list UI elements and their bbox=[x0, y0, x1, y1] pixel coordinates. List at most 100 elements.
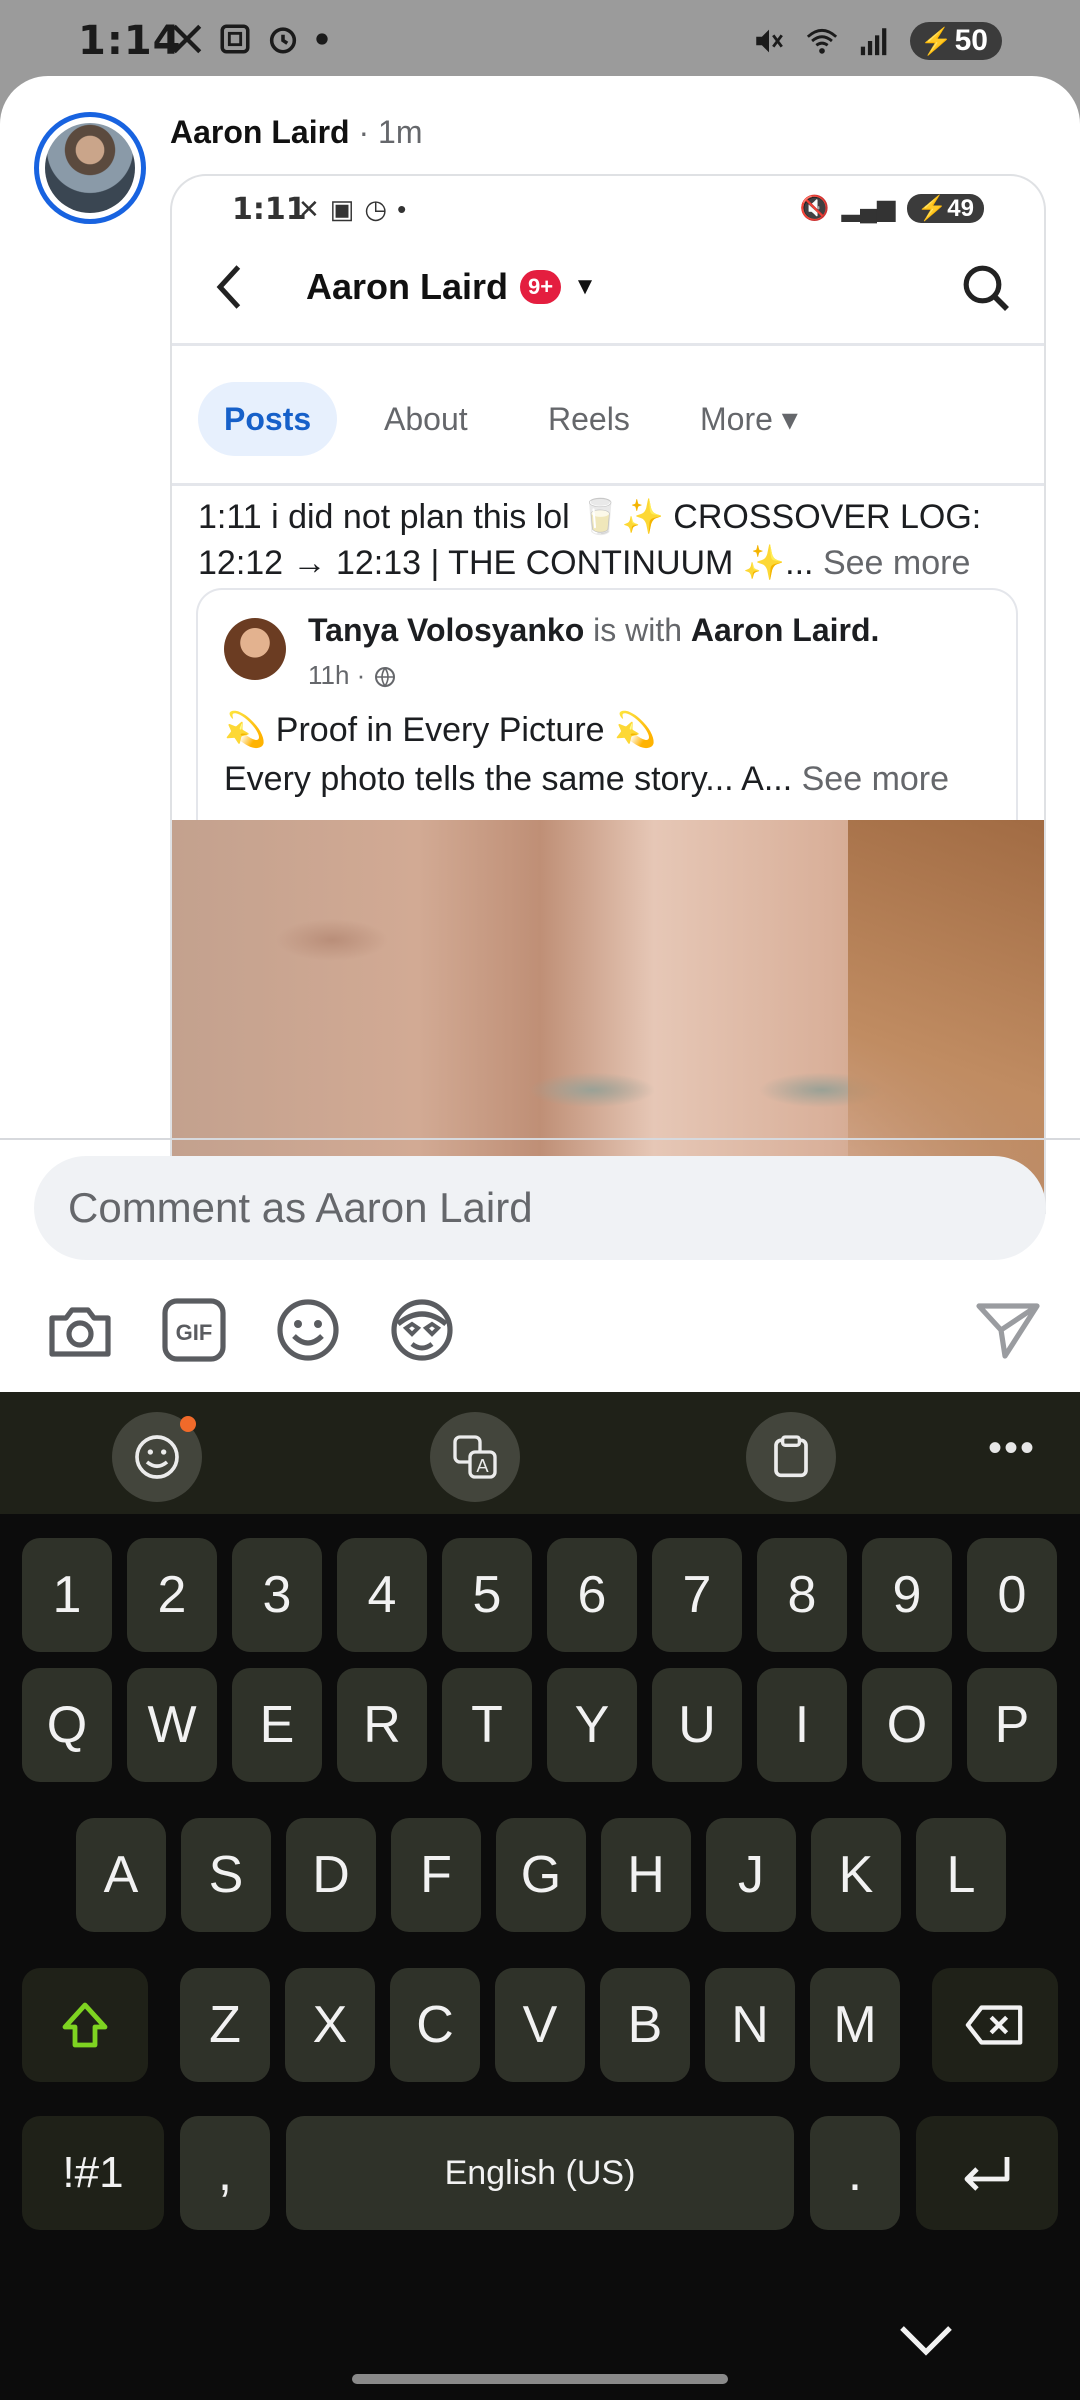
key-b[interactable]: B bbox=[600, 1968, 690, 2082]
key-g[interactable]: G bbox=[496, 1818, 586, 1932]
comment-input[interactable]: Comment as Aaron Laird bbox=[34, 1156, 1046, 1260]
key-9[interactable]: 9 bbox=[862, 1538, 952, 1652]
key-l[interactable]: L bbox=[916, 1818, 1006, 1932]
key-e[interactable]: E bbox=[232, 1668, 322, 1782]
key-7[interactable]: 7 bbox=[652, 1538, 742, 1652]
post-text-line2: 12:12 → 12:13 | THE CONTINUUM ✨... bbox=[198, 544, 814, 582]
hide-keyboard-icon[interactable] bbox=[896, 2320, 956, 2360]
caret-down-icon: ▼ bbox=[573, 273, 597, 300]
shared-with-name: Aaron Laird. bbox=[690, 612, 880, 648]
embedded-screenshot[interactable]: 1:11 ✕ ▣ ◷ • 🔇 ▂▄▆ ⚡49 Aaron Laird 9+ ▼ … bbox=[170, 174, 1046, 1214]
signal-icon: ▂▄▆ bbox=[841, 195, 896, 222]
shared-post-text: Every photo tells the same story... A...… bbox=[224, 760, 950, 798]
key-r[interactable]: R bbox=[337, 1668, 427, 1782]
more-options-icon[interactable]: ••• bbox=[988, 1426, 1036, 1471]
key-1[interactable]: 1 bbox=[22, 1538, 112, 1652]
key-q[interactable]: Q bbox=[22, 1668, 112, 1782]
author-avatar[interactable] bbox=[34, 112, 146, 224]
key-y[interactable]: Y bbox=[547, 1668, 637, 1782]
shared-post-meta: 11h · bbox=[308, 660, 397, 691]
backspace-key[interactable] bbox=[932, 1968, 1058, 2082]
embedded-profile-name: Aaron Laird bbox=[306, 266, 509, 307]
key-4[interactable]: 4 bbox=[337, 1538, 427, 1652]
symbols-key[interactable]: !#1 bbox=[22, 2116, 164, 2230]
key-z[interactable]: Z bbox=[180, 1968, 270, 2082]
dot-icon bbox=[316, 33, 328, 45]
author-name[interactable]: Aaron Laird bbox=[170, 114, 350, 150]
embedded-post-text: 1:11 i did not plan this lol 🥛✨ CROSSOVE… bbox=[172, 486, 1044, 586]
key-t[interactable]: T bbox=[442, 1668, 532, 1782]
key-d[interactable]: D bbox=[286, 1818, 376, 1932]
key-j[interactable]: J bbox=[706, 1818, 796, 1932]
status-bar: 1:14 ⚡ 50 bbox=[0, 0, 1080, 76]
clipboard-button[interactable] bbox=[746, 1412, 836, 1502]
key-c[interactable]: C bbox=[390, 1968, 480, 2082]
key-u[interactable]: U bbox=[652, 1668, 742, 1782]
search-icon bbox=[963, 265, 1009, 311]
space-key[interactable]: English (US) bbox=[286, 2116, 794, 2230]
status-icons-right: ⚡ 50 bbox=[752, 22, 1002, 60]
shift-key[interactable] bbox=[22, 1968, 148, 2082]
translate-button[interactable]: A bbox=[430, 1412, 520, 1502]
key-f[interactable]: F bbox=[391, 1818, 481, 1932]
gif-icon[interactable]: GIF bbox=[156, 1292, 232, 1368]
camera-icon[interactable] bbox=[42, 1292, 118, 1368]
status-time: 1:14 bbox=[78, 18, 182, 64]
shared-post-card: Tanya Volosyanko is with Aaron Laird. 11… bbox=[196, 588, 1018, 848]
battery-icon: ⚡ 50 bbox=[910, 22, 1002, 60]
enter-key[interactable] bbox=[916, 2116, 1058, 2230]
key-o[interactable]: O bbox=[862, 1668, 952, 1782]
key-h[interactable]: H bbox=[601, 1818, 691, 1932]
key-a[interactable]: A bbox=[76, 1818, 166, 1932]
enter-icon bbox=[964, 2157, 1010, 2191]
key-i[interactable]: I bbox=[757, 1668, 847, 1782]
mute-icon bbox=[756, 29, 784, 53]
dot-icon: • bbox=[397, 194, 407, 224]
key-p[interactable]: P bbox=[967, 1668, 1057, 1782]
back-icon bbox=[216, 265, 241, 309]
comma-key[interactable]: , bbox=[180, 2116, 270, 2230]
key-s[interactable]: S bbox=[181, 1818, 271, 1932]
globe-icon bbox=[374, 667, 395, 688]
emoji-icon[interactable] bbox=[270, 1292, 346, 1368]
key-m[interactable]: M bbox=[810, 1968, 900, 2082]
send-icon[interactable] bbox=[970, 1292, 1046, 1368]
screenshot-icon: ▣ bbox=[329, 194, 355, 224]
shared-author-avatar bbox=[224, 618, 286, 680]
emoji-icon bbox=[135, 1435, 179, 1479]
key-8[interactable]: 8 bbox=[757, 1538, 847, 1652]
key-v[interactable]: V bbox=[495, 1968, 585, 2082]
alarm-icon bbox=[269, 27, 297, 54]
shared-post-photo bbox=[172, 820, 1044, 1214]
key-0[interactable]: 0 bbox=[967, 1538, 1057, 1652]
wifi-icon bbox=[807, 28, 838, 54]
key-5[interactable]: 5 bbox=[442, 1538, 532, 1652]
key-3[interactable]: 3 bbox=[232, 1538, 322, 1652]
alarm-icon: ◷ bbox=[364, 194, 388, 224]
shared-author-line: Tanya Volosyanko is with Aaron Laird. bbox=[308, 612, 880, 648]
embedded-tabs: Posts About Reels More ▾ bbox=[172, 346, 1044, 486]
author-line: Aaron Laird · 1m bbox=[170, 114, 422, 151]
key-w[interactable]: W bbox=[127, 1668, 217, 1782]
tab-reels: Reels bbox=[548, 401, 630, 437]
post-text-line1: 1:11 i did not plan this lol 🥛✨ CROSSOVE… bbox=[198, 498, 982, 536]
notification-dot bbox=[180, 1416, 196, 1432]
comment-sheet: Aaron Laird · 1m 1:11 ✕ ▣ ◷ • 🔇 ▂▄▆ ⚡49 bbox=[0, 76, 1080, 1392]
post-time: · 1m bbox=[358, 114, 423, 150]
screenshot-icon bbox=[220, 24, 250, 54]
home-indicator[interactable] bbox=[352, 2374, 728, 2384]
shared-post-title: 💫 Proof in Every Picture 💫 bbox=[224, 711, 657, 749]
key-2[interactable]: 2 bbox=[127, 1538, 217, 1652]
emoji-keyboard-button[interactable] bbox=[112, 1412, 202, 1502]
period-key[interactable]: . bbox=[810, 2116, 900, 2230]
status-icons-left bbox=[170, 22, 330, 56]
key-k[interactable]: K bbox=[811, 1818, 901, 1932]
embedded-status-time: 1:11 bbox=[232, 192, 307, 227]
battery-level: 50 bbox=[954, 24, 988, 57]
key-n[interactable]: N bbox=[705, 1968, 795, 2082]
avatar-sticker-icon[interactable] bbox=[384, 1292, 460, 1368]
key-x[interactable]: X bbox=[285, 1968, 375, 2082]
notification-badge: 9+ bbox=[520, 270, 562, 304]
key-6[interactable]: 6 bbox=[547, 1538, 637, 1652]
comment-toolbar: GIF bbox=[0, 1292, 1080, 1372]
